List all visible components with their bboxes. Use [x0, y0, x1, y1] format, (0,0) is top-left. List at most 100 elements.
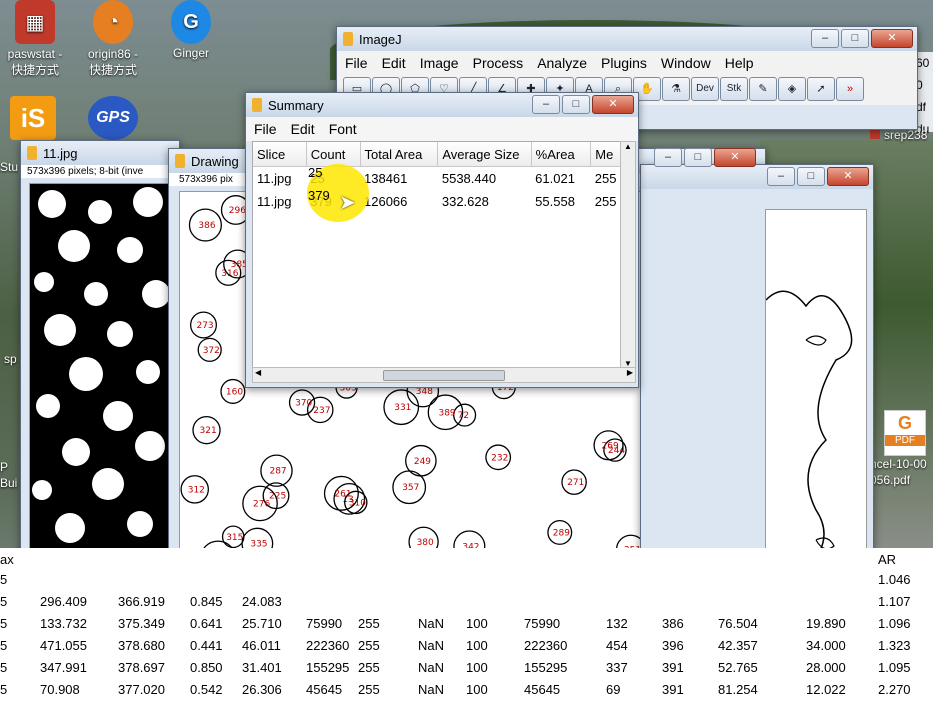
results-cell: 5	[0, 572, 8, 587]
results-row[interactable]: 5 347.991 378.697 0.850 31.401 155295 255 NaN 10…	[0, 658, 933, 680]
scroll-left-icon[interactable]: ◀	[255, 368, 261, 377]
results-row[interactable]: 5 70.908 377.020 0.542 26.306 45645 255 NaN 100 4…	[0, 680, 933, 702]
desktop-icon-ginger[interactable]: G Ginger	[148, 0, 234, 60]
window-title: Drawing	[191, 153, 239, 169]
image-window-11jpg[interactable]: 11.jpg 573x396 pixels; 8-bit (inve	[20, 140, 180, 594]
menu-process[interactable]: Process	[473, 55, 524, 71]
ginger-icon: G	[171, 0, 211, 44]
more-tools-button[interactable]: »	[836, 77, 864, 101]
particle-label: 273	[196, 321, 213, 331]
results-row[interactable]: 5 471.055 378.680 0.441 46.011 222360 255 NaN 10…	[0, 636, 933, 658]
stk-tool-button[interactable]: Stk	[720, 77, 748, 101]
menu-image[interactable]: Image	[420, 55, 459, 71]
menu-font[interactable]: Font	[329, 121, 357, 137]
binary-particles	[30, 184, 174, 582]
results-cell: 377.020	[118, 682, 165, 697]
horizontal-scrollbar[interactable]: ◀ ▶	[252, 367, 636, 383]
maximize-button[interactable]: □	[841, 29, 869, 48]
results-table-window[interactable]: ax AR 5 1.046 5 296.409 366.919 0.845 24.083 1.…	[0, 548, 933, 702]
close-button[interactable]: ✕	[871, 29, 913, 48]
menu-analyze[interactable]: Analyze	[537, 55, 587, 71]
particle-label: 271	[567, 478, 584, 488]
close-button[interactable]: ✕	[827, 167, 869, 186]
column-header-partial[interactable]: ax	[0, 552, 14, 567]
column-header-ar[interactable]: AR	[878, 552, 896, 567]
results-cell: 0.850	[190, 660, 223, 675]
column-header-slice[interactable]: Slice	[253, 142, 307, 167]
results-cell: 255	[358, 660, 380, 675]
desktop-file-srep[interactable]: srep238	[870, 128, 927, 142]
results-cell: 1.107	[878, 594, 911, 609]
scroll-right-icon[interactable]: ▶	[627, 368, 633, 377]
particle-label: 389	[438, 408, 455, 418]
arrow-tool-icon[interactable]: ➚	[807, 77, 835, 101]
dropper-tool-icon[interactable]: ⚗	[662, 77, 690, 101]
results-cell: 1.095	[878, 660, 911, 675]
g-logo-icon: G	[897, 413, 912, 433]
column-header-mean[interactable]: Me	[590, 142, 621, 167]
results-cell: 5	[0, 616, 8, 631]
particle-label: 249	[414, 457, 431, 467]
icon-label: Ginger	[172, 46, 210, 60]
results-row[interactable]: 5 296.409 366.919 0.845 24.083 1.107	[0, 592, 933, 614]
flood-fill-tool-icon[interactable]: ◈	[778, 77, 806, 101]
results-cell: 25.710	[242, 616, 282, 631]
menu-plugins[interactable]: Plugins	[601, 55, 647, 71]
desktop-icon-origin86[interactable]: ◔ origin86 - 快捷方式	[70, 0, 156, 78]
desktop-icon-paswstat[interactable]: ▦ paswstat - 快捷方式	[0, 0, 78, 78]
results-cell: NaN	[418, 638, 445, 653]
brush-tool-icon[interactable]: ✎	[749, 77, 777, 101]
column-header-count[interactable]: Count	[306, 142, 361, 167]
column-header-percent-area[interactable]: %Area	[531, 142, 592, 167]
scroll-thumb[interactable]	[383, 370, 505, 381]
menu-file[interactable]: File	[345, 55, 368, 71]
column-header-total-area[interactable]: Total Area	[360, 142, 439, 167]
pdf-file-icon[interactable]: G PDF	[884, 410, 926, 456]
results-cell: 222360	[524, 638, 568, 653]
menu-help[interactable]: Help	[725, 55, 754, 71]
results-row[interactable]: 5 133.732 375.349 0.641 25.710 75990 255 NaN 100…	[0, 614, 933, 636]
minimize-button[interactable]: –	[767, 167, 795, 186]
results-cell: 155295	[524, 660, 568, 675]
results-cell: 1.096	[878, 616, 911, 631]
cell: 61.021	[535, 171, 575, 186]
window-title: ImageJ	[359, 31, 402, 47]
scroll-up-icon[interactable]: ▲	[621, 142, 635, 151]
minimize-button[interactable]: –	[532, 95, 560, 114]
maximize-button[interactable]: □	[684, 148, 712, 167]
dev-tool-button[interactable]: Dev	[691, 77, 719, 101]
maximize-button[interactable]: □	[797, 167, 825, 186]
close-button[interactable]: ✕	[714, 148, 756, 167]
particle-label: 331	[394, 403, 411, 413]
results-cell: 75990	[306, 616, 343, 631]
summary-window[interactable]: Summary – □ ✕ File Edit Font Slice Count…	[245, 92, 639, 388]
binary-image-canvas[interactable]	[29, 183, 175, 583]
maximize-button[interactable]: □	[562, 95, 590, 114]
menu-edit[interactable]: Edit	[382, 55, 406, 71]
column-header-average-size[interactable]: Average Size	[437, 142, 532, 167]
menu-edit[interactable]: Edit	[291, 121, 315, 137]
mouse-pointer-icon: ➤	[339, 192, 356, 214]
minimize-button[interactable]: –	[811, 29, 839, 48]
image-window-titlebar[interactable]: 11.jpg	[21, 141, 179, 165]
window-controls: – □ ✕	[767, 167, 869, 186]
results-cell: NaN	[418, 682, 445, 697]
app-icon-is[interactable]: iS	[10, 96, 56, 140]
results-cell: 471.055	[40, 638, 87, 653]
minimize-button[interactable]: –	[654, 148, 682, 167]
results-cell: 255	[358, 682, 380, 697]
results-cell: 5	[0, 594, 8, 609]
results-cell: 46.011	[242, 638, 281, 653]
close-button[interactable]: ✕	[592, 95, 634, 114]
vertical-scrollbar[interactable]: ▲ ▼	[620, 141, 636, 369]
gps-icon[interactable]: GPS	[88, 96, 138, 140]
particle-label: 370	[295, 399, 312, 409]
particle-label: 310	[349, 498, 366, 508]
secondary-image-window[interactable]: – □ ✕	[640, 164, 874, 612]
menu-file[interactable]: File	[254, 121, 277, 137]
particle-label: 357	[402, 483, 419, 493]
drawing-window-controls: – □ ✕	[654, 148, 929, 167]
results-row[interactable]: 5 1.046	[0, 570, 933, 592]
results-cell: 69	[606, 682, 621, 697]
menu-window[interactable]: Window	[661, 55, 711, 71]
